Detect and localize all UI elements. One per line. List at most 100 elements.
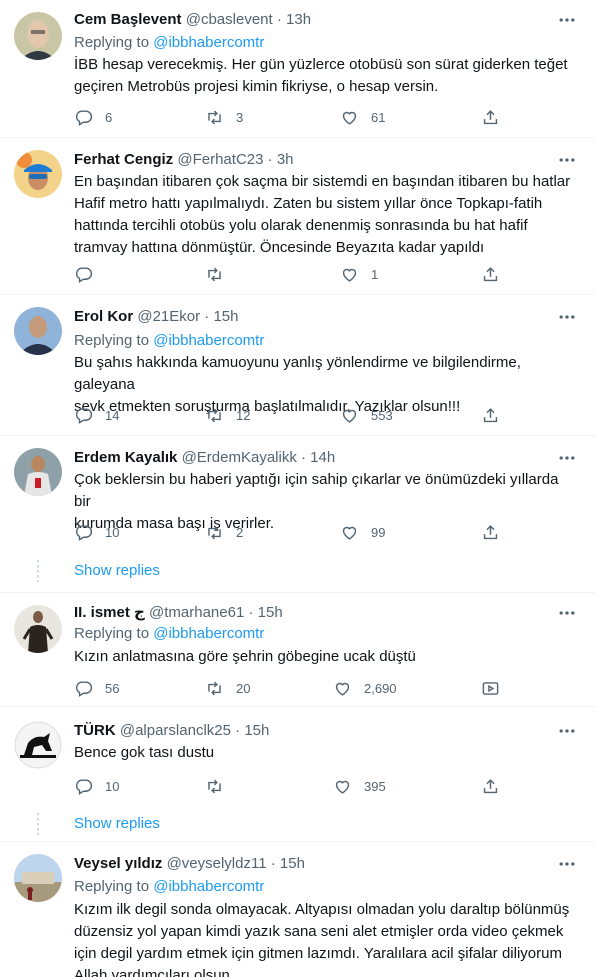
like-button[interactable]: 395: [333, 776, 386, 796]
user-handle[interactable]: @alparslanclk25: [120, 722, 231, 739]
user-handle[interactable]: @ErdemKayalikk: [182, 449, 297, 466]
text-line: Kızın anlatmasına göre şehrin göbegine u…: [74, 648, 416, 665]
retweet-icon: [205, 523, 224, 542]
replying-handle-link[interactable]: @ibbhabercomtr: [153, 878, 264, 895]
timestamp[interactable]: 13h: [286, 11, 311, 28]
retweet-button[interactable]: [205, 776, 236, 796]
heart-icon: [340, 108, 359, 127]
more-icon[interactable]: [557, 854, 577, 874]
text-line: hattında tercihli otobüs yolu olarak den…: [74, 217, 528, 234]
avatar[interactable]: [14, 12, 62, 60]
display-name[interactable]: II. ismet ج: [74, 604, 145, 621]
retweet-icon: [205, 108, 224, 127]
avatar[interactable]: [14, 605, 62, 653]
replies-feed: Cem Başlevent @cbaslevent · 13h Replying…: [0, 0, 595, 977]
reply-button[interactable]: 6: [74, 107, 112, 127]
reply-count: 10: [105, 524, 120, 540]
tweet[interactable]: Erol Kor @21Ekor · 15h Replying to @ibbh…: [0, 295, 595, 436]
separator-dot: ·: [230, 722, 245, 739]
timestamp[interactable]: 3h: [277, 151, 294, 168]
tweet[interactable]: Erdem Kayalık @ErdemKayalikk · 14h Çok b…: [0, 436, 595, 593]
user-handle[interactable]: @tmarhane61: [149, 604, 244, 621]
avatar[interactable]: [14, 854, 62, 902]
timestamp[interactable]: 14h: [310, 449, 335, 466]
reply-icon: [74, 523, 93, 542]
retweet-button[interactable]: 12: [205, 405, 250, 425]
user-handle[interactable]: @FerhatC23: [177, 151, 263, 168]
reply-icon: [74, 777, 93, 796]
share-button[interactable]: [481, 264, 500, 284]
display-name[interactable]: Cem Başlevent: [74, 11, 182, 28]
separator-dot: ·: [200, 308, 214, 325]
reply-button[interactable]: 56: [74, 678, 119, 698]
tweet[interactable]: Cem Başlevent @cbaslevent · 13h Replying…: [0, 0, 595, 138]
avatar[interactable]: [14, 721, 62, 769]
timestamp[interactable]: 15h: [244, 722, 269, 739]
retweet-button[interactable]: 20: [205, 678, 250, 698]
tweet[interactable]: Veysel yıldız @veyselyldz11 · 15h Replyi…: [0, 842, 595, 977]
timestamp[interactable]: 15h: [213, 308, 238, 325]
reply-button[interactable]: 10: [74, 522, 119, 542]
user-handle[interactable]: @veyselyldz11: [167, 855, 267, 872]
replying-handle-link[interactable]: @ibbhabercomtr: [153, 625, 264, 642]
share-button[interactable]: [481, 405, 500, 425]
avatar[interactable]: [14, 448, 62, 496]
like-button[interactable]: 99: [340, 522, 385, 542]
reply-button[interactable]: 10: [74, 776, 119, 796]
tweet[interactable]: II. ismet ج @tmarhane61 · 15h Replying t…: [0, 593, 595, 707]
display-name[interactable]: TÜRK: [74, 722, 116, 739]
tweet[interactable]: Ferhat Cengiz @FerhatC23 · 3h En başında…: [0, 138, 595, 295]
tweet[interactable]: TÜRK @alparslanclk25 · 15h Bence gok tas…: [0, 707, 595, 842]
share-button[interactable]: [481, 107, 500, 127]
show-replies-link[interactable]: Show replies: [74, 561, 160, 581]
text-line: Bu şahıs hakkında kamuoyunu yanlış yönle…: [74, 354, 521, 393]
more-icon[interactable]: [557, 150, 577, 170]
text-line: kurumda masa başı iş verirler.: [74, 515, 275, 532]
share-button[interactable]: [481, 522, 500, 542]
avatar[interactable]: [14, 307, 62, 355]
reply-button[interactable]: 14: [74, 405, 119, 425]
like-button[interactable]: 1: [340, 264, 378, 284]
text-line: için degil yardım etmek için gitmen lazı…: [74, 945, 562, 962]
reply-icon: [74, 108, 93, 127]
heart-icon: [333, 679, 352, 698]
separator-dot: ·: [266, 855, 280, 872]
avatar[interactable]: [14, 150, 62, 198]
text-line: En başından itibaren çok saçma bir siste…: [74, 173, 571, 190]
show-replies-link[interactable]: Show replies: [74, 814, 160, 834]
reply-count: 56: [105, 680, 120, 696]
more-icon[interactable]: [557, 448, 577, 468]
share-button[interactable]: [481, 776, 500, 796]
more-icon[interactable]: [557, 10, 577, 30]
replying-handle-link[interactable]: @ibbhabercomtr: [153, 332, 264, 349]
display-name[interactable]: Ferhat Cengiz: [74, 151, 173, 168]
replying-to: Replying to @ibbhabercomtr: [74, 331, 264, 351]
user-handle[interactable]: @21Ekor: [137, 308, 200, 325]
like-button[interactable]: 2,690: [333, 678, 397, 698]
reply-button[interactable]: [74, 264, 105, 284]
more-icon[interactable]: [557, 307, 577, 327]
share-icon: [481, 523, 500, 542]
timestamp[interactable]: 15h: [280, 855, 305, 872]
more-icon[interactable]: [557, 721, 577, 741]
replying-label: Replying to: [74, 878, 150, 895]
display-name[interactable]: Veysel yıldız: [74, 855, 162, 872]
reply-icon: [74, 265, 93, 284]
retweet-count: 12: [236, 407, 251, 423]
like-button[interactable]: 61: [340, 107, 385, 127]
like-button[interactable]: 553: [340, 405, 393, 425]
text-line: Allah yardımcıları olsun.: [74, 967, 235, 977]
retweet-button[interactable]: 2: [205, 522, 243, 542]
timestamp[interactable]: 15h: [258, 604, 283, 621]
text-line: Bence gok tası dustu: [74, 744, 215, 761]
reply-icon: [74, 406, 93, 425]
retweet-button[interactable]: 3: [205, 107, 243, 127]
user-handle[interactable]: @cbaslevent: [186, 11, 273, 28]
display-name[interactable]: Erdem Kayalık: [74, 449, 177, 466]
retweet-button[interactable]: [205, 264, 236, 284]
display-name[interactable]: Erol Kor: [74, 308, 133, 325]
replying-handle-link[interactable]: @ibbhabercomtr: [153, 34, 264, 51]
video-button[interactable]: [481, 678, 500, 698]
like-count: 395: [364, 778, 386, 794]
more-icon[interactable]: [557, 603, 577, 623]
